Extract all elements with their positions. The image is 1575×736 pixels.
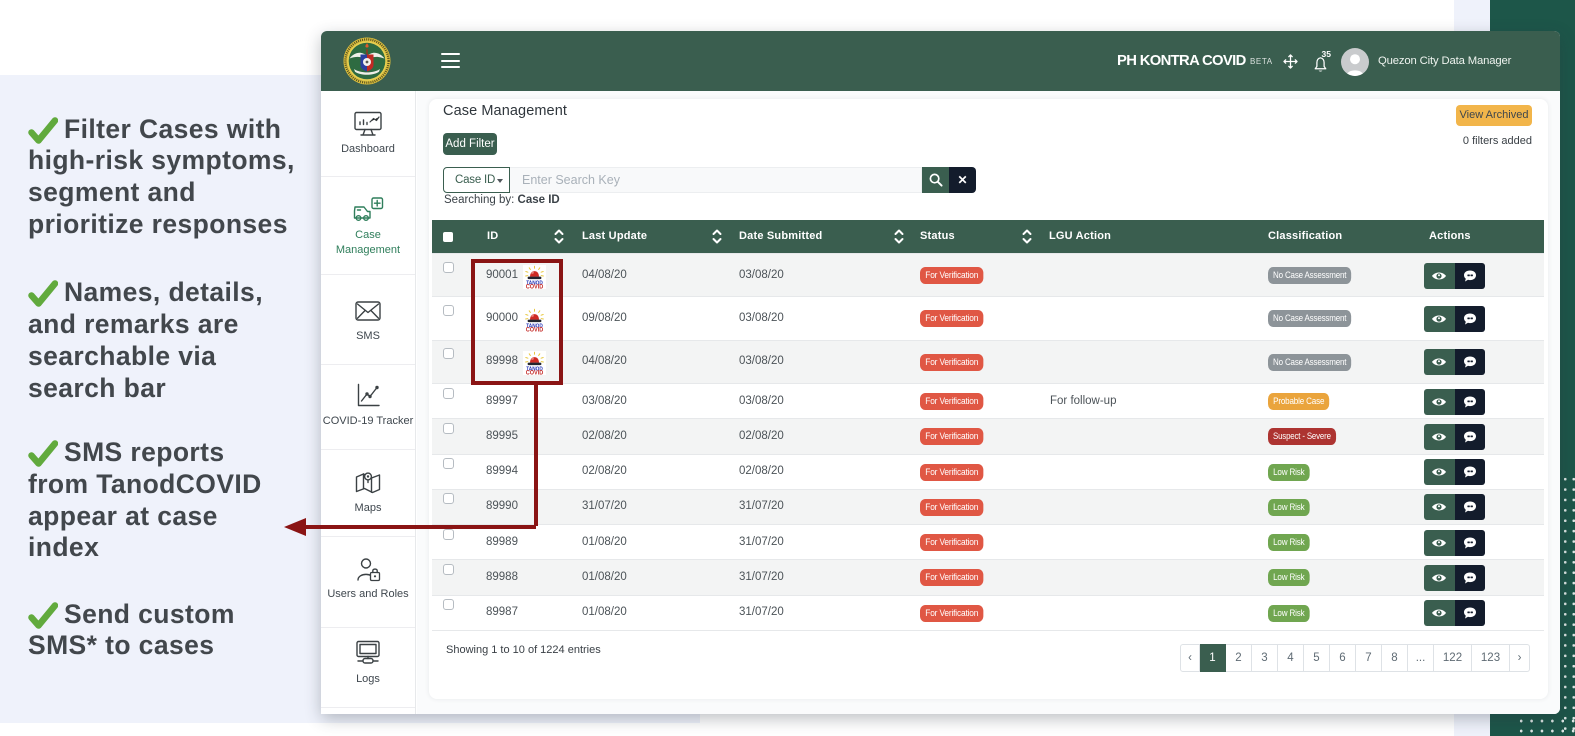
svg-text:35: 35 bbox=[1322, 49, 1332, 59]
